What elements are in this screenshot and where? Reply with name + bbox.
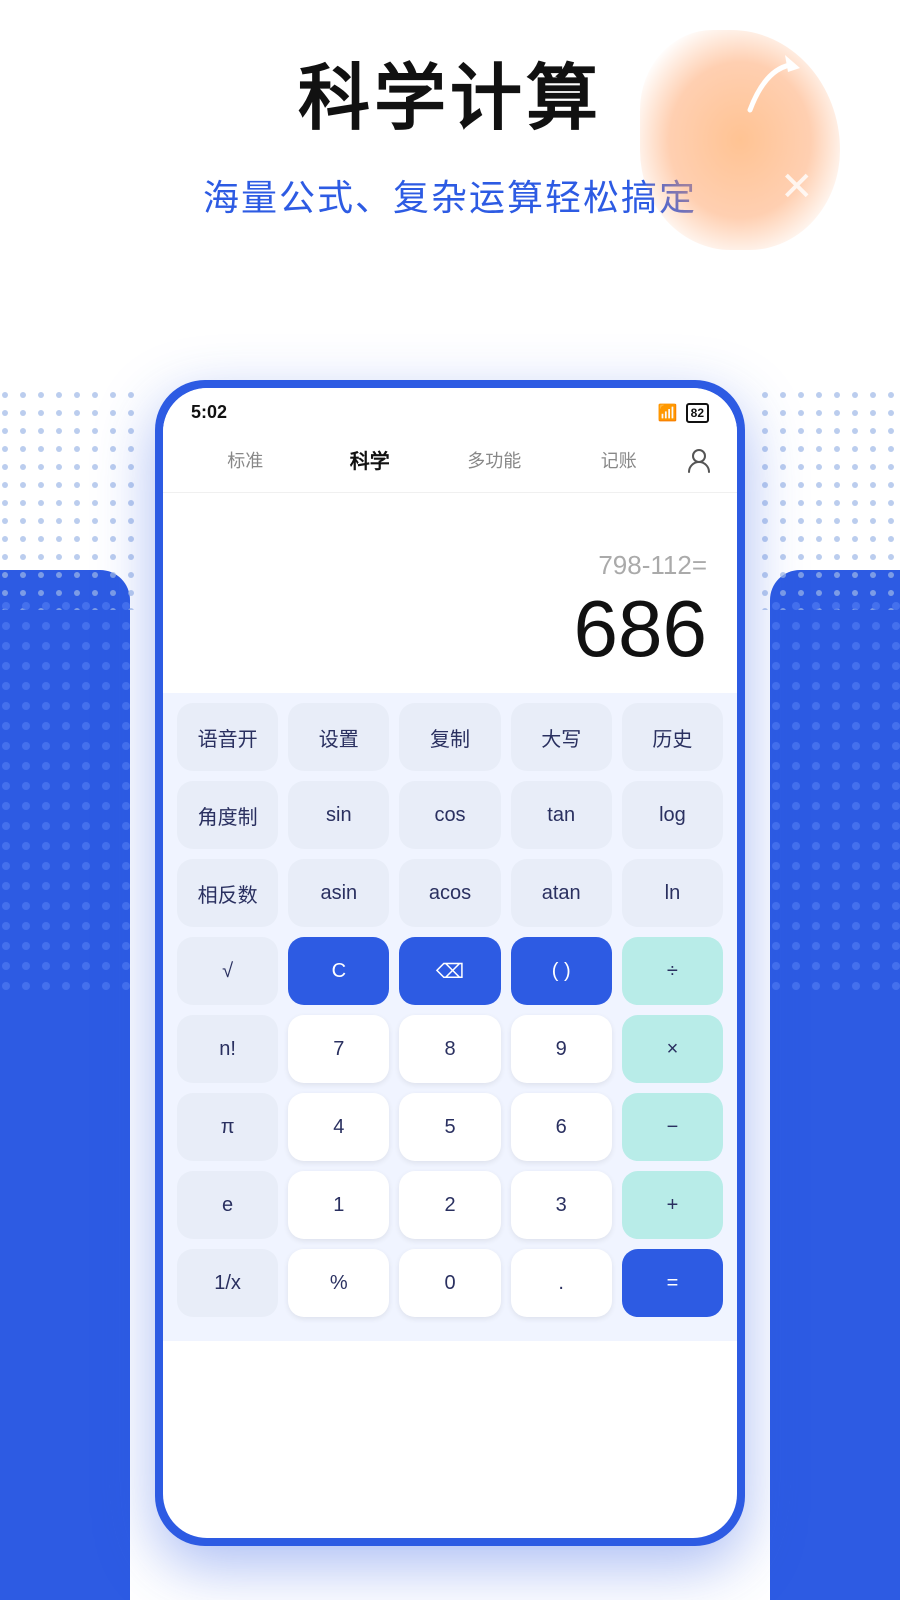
key-_[interactable]: = — [622, 1249, 723, 1317]
phone-mockup: 5:02 📶 82 标准 科学 多功能 记账 — [155, 380, 745, 1546]
key-8[interactable]: 8 — [399, 1015, 500, 1083]
key-acos[interactable]: acos — [399, 859, 500, 927]
key-ln[interactable]: ln — [622, 859, 723, 927]
key-_[interactable]: ÷ — [622, 937, 723, 1005]
svg-text:✕: ✕ — [780, 165, 814, 209]
keyboard: 语音开设置复制大写历史角度制sincostanlog相反数asinacosata… — [163, 693, 737, 1341]
key-row-0: 语音开设置复制大写历史 — [177, 703, 723, 771]
key-1_x[interactable]: 1/x — [177, 1249, 278, 1317]
key-row-2: 相反数asinacosatanln — [177, 859, 723, 927]
key-row-6: e123+ — [177, 1171, 723, 1239]
display-area: 798-112= 686 — [163, 493, 737, 693]
phone-frame: 5:02 📶 82 标准 科学 多功能 记账 — [155, 380, 745, 1546]
key-2[interactable]: 2 — [399, 1171, 500, 1239]
nav-tabs: 标准 科学 多功能 记账 — [163, 431, 737, 493]
key-_[interactable]: . — [511, 1249, 612, 1317]
key-0[interactable]: 0 — [399, 1249, 500, 1317]
key-__[interactable]: 大写 — [511, 703, 612, 771]
wifi-icon: 📶 — [658, 403, 678, 423]
key-1[interactable]: 1 — [288, 1171, 389, 1239]
key-9[interactable]: 9 — [511, 1015, 612, 1083]
key-_[interactable]: − — [622, 1093, 723, 1161]
key-___[interactable]: 角度制 — [177, 781, 278, 849]
key-4[interactable]: 4 — [288, 1093, 389, 1161]
key-_[interactable]: π — [177, 1093, 278, 1161]
key-5[interactable]: 5 — [399, 1093, 500, 1161]
tab-accounting[interactable]: 记账 — [557, 441, 682, 479]
key-__[interactable]: 设置 — [288, 703, 389, 771]
tab-science[interactable]: 科学 — [308, 439, 433, 480]
key-C[interactable]: C — [288, 937, 389, 1005]
dots-right-blue — [770, 600, 900, 1000]
phone-inner: 5:02 📶 82 标准 科学 多功能 记账 — [163, 388, 737, 1538]
key-_[interactable]: ⌫ — [399, 937, 500, 1005]
dots-left-blue — [0, 600, 130, 1000]
key-row-3: √C⌫( )÷ — [177, 937, 723, 1005]
battery-icon: 82 — [686, 403, 709, 423]
profile-button[interactable] — [681, 442, 717, 478]
display-result: 686 — [574, 589, 707, 669]
key-7[interactable]: 7 — [288, 1015, 389, 1083]
key-atan[interactable]: atan — [511, 859, 612, 927]
key-__[interactable]: 复制 — [399, 703, 500, 771]
key-row-1: 角度制sincostanlog — [177, 781, 723, 849]
key-row-5: π456− — [177, 1093, 723, 1161]
tab-multifunction[interactable]: 多功能 — [432, 441, 557, 479]
key-_[interactable]: √ — [177, 937, 278, 1005]
key-cos[interactable]: cos — [399, 781, 500, 849]
key-row-4: n!789× — [177, 1015, 723, 1083]
key-6[interactable]: 6 — [511, 1093, 612, 1161]
display-expression: 798-112= — [598, 550, 707, 581]
key-_[interactable]: + — [622, 1171, 723, 1239]
key-_[interactable]: % — [288, 1249, 389, 1317]
key-3[interactable]: 3 — [511, 1171, 612, 1239]
key-_[interactable]: × — [622, 1015, 723, 1083]
key-asin[interactable]: asin — [288, 859, 389, 927]
key-sin[interactable]: sin — [288, 781, 389, 849]
key-___[interactable]: ( ) — [511, 937, 612, 1005]
key-tan[interactable]: tan — [511, 781, 612, 849]
dots-right — [760, 390, 900, 610]
key-e[interactable]: e — [177, 1171, 278, 1239]
status-time: 5:02 — [191, 402, 227, 423]
status-bar: 5:02 📶 82 — [163, 388, 737, 431]
key-log[interactable]: log — [622, 781, 723, 849]
key-__[interactable]: 历史 — [622, 703, 723, 771]
arrow-decoration — [730, 50, 810, 130]
tab-standard[interactable]: 标准 — [183, 441, 308, 479]
dots-left — [0, 390, 140, 610]
key-n_[interactable]: n! — [177, 1015, 278, 1083]
key-___[interactable]: 相反数 — [177, 859, 278, 927]
key-row-7: 1/x%0.= — [177, 1249, 723, 1317]
key-___[interactable]: 语音开 — [177, 703, 278, 771]
star-decoration: ✕ — [775, 160, 825, 210]
status-icons: 📶 82 — [658, 403, 709, 423]
